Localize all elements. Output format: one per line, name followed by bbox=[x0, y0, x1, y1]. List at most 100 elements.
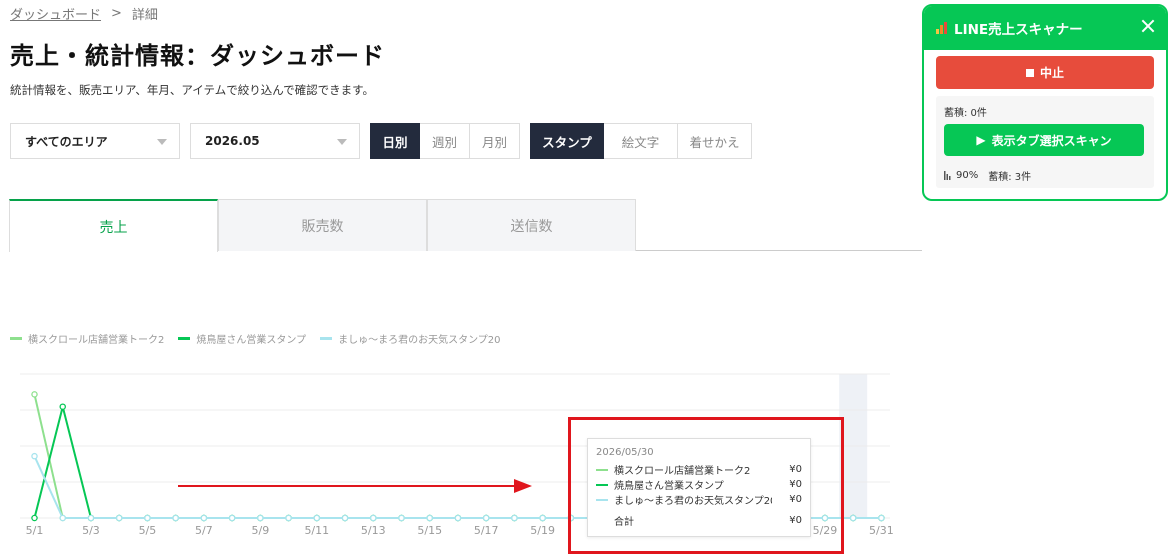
stop-button-label: 中止 bbox=[1039, 66, 1064, 80]
x-tick-label: 5/3 bbox=[82, 524, 100, 537]
item-type-stamp-button[interactable]: スタンプ bbox=[530, 123, 604, 159]
tab-send-count[interactable]: 送信数 bbox=[427, 199, 636, 251]
legend-item[interactable]: 横スクロール店舗営業トーク2 bbox=[10, 331, 164, 346]
legend-swatch bbox=[10, 337, 22, 340]
x-tick-label: 5/9 bbox=[251, 524, 269, 537]
tooltip-total-label: 合計 bbox=[614, 517, 634, 528]
x-tick-label: 5/5 bbox=[139, 524, 157, 537]
data-point bbox=[567, 514, 575, 522]
tooltip-row: 焼鳥屋さん営業スタンプ ¥0 bbox=[596, 477, 802, 492]
legend-label: 横スクロール店舗営業トーク2 bbox=[28, 335, 165, 346]
x-tick-label: 5/31 bbox=[869, 524, 894, 537]
saved-count: 蓄積: 0件 bbox=[944, 108, 987, 119]
data-point bbox=[454, 514, 462, 522]
chevron-down-icon bbox=[157, 139, 167, 145]
tooltip-series-value: ¥0 bbox=[789, 479, 802, 490]
data-point bbox=[398, 514, 405, 522]
tooltip-swatch bbox=[596, 468, 608, 471]
data-point bbox=[257, 514, 264, 522]
scanner-progress: 90% 蓄積: 3件 bbox=[944, 168, 1031, 183]
scan-button-label: 表示タブ選択スキャン bbox=[991, 133, 1112, 148]
data-point bbox=[370, 514, 377, 522]
month-select-value: 2026.05 bbox=[205, 134, 260, 148]
breadcrumb-home-link[interactable]: ダッシュボード bbox=[10, 4, 101, 23]
tooltip-date: 2026/05/30 bbox=[596, 447, 654, 458]
bar-chart-icon bbox=[936, 22, 950, 34]
tooltip-series-value: ¥0 bbox=[789, 494, 802, 505]
metric-tabs: 売上 販売数 送信数 bbox=[9, 199, 922, 252]
annotation-arrow-head bbox=[514, 479, 532, 493]
tooltip-swatch bbox=[596, 498, 608, 501]
area-select-value: すべてのエリア bbox=[25, 134, 108, 149]
data-point bbox=[31, 391, 38, 398]
scanner-panel-title: LINE売上スキャナー bbox=[954, 22, 1083, 38]
chevron-down-icon bbox=[337, 139, 347, 145]
tab-sales[interactable]: 売上 bbox=[9, 199, 218, 252]
tooltip-swatch bbox=[596, 483, 608, 486]
data-point bbox=[59, 514, 66, 522]
tab-sales-count[interactable]: 販売数 bbox=[218, 199, 427, 251]
data-point bbox=[849, 514, 857, 522]
month-select[interactable]: 2026.05 bbox=[190, 123, 360, 159]
period-daily-button[interactable]: 日別 bbox=[370, 123, 420, 159]
play-icon: ▶ bbox=[976, 133, 986, 147]
tooltip-row: ましゅ～まろ君のお天気スタンプ20 ¥0 bbox=[596, 492, 802, 507]
data-point bbox=[821, 514, 829, 522]
item-type-theme-button[interactable]: 着せかえ bbox=[678, 123, 752, 159]
x-tick-label: 5/15 bbox=[417, 524, 442, 537]
chart-legend: 横スクロール店舗営業トーク2 焼鳥屋さん営業スタンプ ましゅ～まろ君のお天気スタ… bbox=[10, 331, 501, 346]
page-title: 売上・統計情報：ダッシュボード bbox=[10, 42, 385, 70]
tooltip-total-value: ¥0 bbox=[789, 515, 802, 526]
data-point bbox=[59, 403, 66, 410]
period-toggle: 日別 週別 月別 bbox=[370, 123, 520, 159]
chart-tooltip: 2026/05/30 横スクロール店舗営業トーク2 ¥0 焼鳥屋さん営業スタンプ… bbox=[587, 438, 811, 537]
item-type-emoji-button[interactable]: 絵文字 bbox=[604, 123, 678, 159]
scanner-panel: LINE売上スキャナー 中止 蓄積: 0件 ▶ 表示タブ選択スキャン 90% 蓄… bbox=[922, 4, 1168, 201]
data-point bbox=[285, 514, 292, 522]
data-point bbox=[172, 514, 179, 522]
tooltip-row: 横スクロール店舗営業トーク2 ¥0 bbox=[596, 462, 802, 477]
data-point bbox=[511, 514, 518, 522]
data-point bbox=[341, 514, 349, 522]
x-tick-label: 5/19 bbox=[530, 524, 555, 537]
scan-selected-tab-button[interactable]: ▶ 表示タブ選択スキャン bbox=[944, 124, 1144, 156]
legend-label: 焼鳥屋さん営業スタンプ bbox=[196, 335, 307, 346]
tooltip-total-row: 合計 ¥0 bbox=[596, 513, 802, 528]
data-point bbox=[426, 514, 433, 522]
data-point bbox=[482, 514, 490, 522]
progress-percent: 90% bbox=[956, 170, 979, 181]
data-point bbox=[31, 452, 38, 460]
data-point bbox=[87, 514, 95, 522]
item-type-toggle: スタンプ 絵文字 着せかえ bbox=[530, 123, 752, 159]
page-description: 統計情報を、販売エリア、年月、アイテムで絞り込んで確認できます。 bbox=[10, 83, 374, 97]
tooltip-series-name: 焼鳥屋さん営業スタンプ bbox=[614, 481, 724, 492]
breadcrumb-separator: > bbox=[111, 6, 122, 21]
data-point bbox=[144, 514, 151, 522]
legend-swatch bbox=[178, 337, 191, 340]
area-select[interactable]: すべてのエリア bbox=[10, 123, 180, 159]
tooltip-series-name: 横スクロール店舗営業トーク2 bbox=[614, 466, 751, 477]
legend-swatch bbox=[320, 337, 333, 340]
data-point bbox=[228, 514, 236, 522]
progress-icon: 90% bbox=[944, 168, 978, 183]
data-point bbox=[200, 514, 208, 522]
data-point bbox=[115, 514, 123, 522]
data-point bbox=[539, 514, 546, 522]
data-point bbox=[31, 514, 38, 522]
period-monthly-button[interactable]: 月別 bbox=[470, 123, 520, 159]
legend-label: ましゅ～まろ君のお天気スタンプ20 bbox=[338, 335, 501, 346]
stop-button[interactable]: 中止 bbox=[936, 56, 1154, 89]
x-tick-label: 5/7 bbox=[195, 524, 213, 537]
period-weekly-button[interactable]: 週別 bbox=[420, 123, 470, 159]
tooltip-series-name: ましゅ～まろ君のお天気スタンプ20 bbox=[614, 496, 772, 507]
scanner-status: 蓄積: 0件 ▶ 表示タブ選択スキャン 90% 蓄積: 3件 bbox=[936, 96, 1154, 188]
x-tick-label: 5/13 bbox=[361, 524, 386, 537]
breadcrumb: ダッシュボード > 詳細 bbox=[10, 4, 158, 23]
close-icon[interactable] bbox=[1140, 18, 1156, 34]
data-point bbox=[313, 514, 321, 522]
x-tick-label: 5/1 bbox=[26, 524, 44, 537]
stop-icon bbox=[1025, 68, 1034, 77]
legend-item[interactable]: 焼鳥屋さん営業スタンプ bbox=[178, 331, 306, 346]
breadcrumb-current: 詳細 bbox=[131, 8, 158, 23]
legend-item[interactable]: ましゅ～まろ君のお天気スタンプ20 bbox=[320, 331, 501, 346]
